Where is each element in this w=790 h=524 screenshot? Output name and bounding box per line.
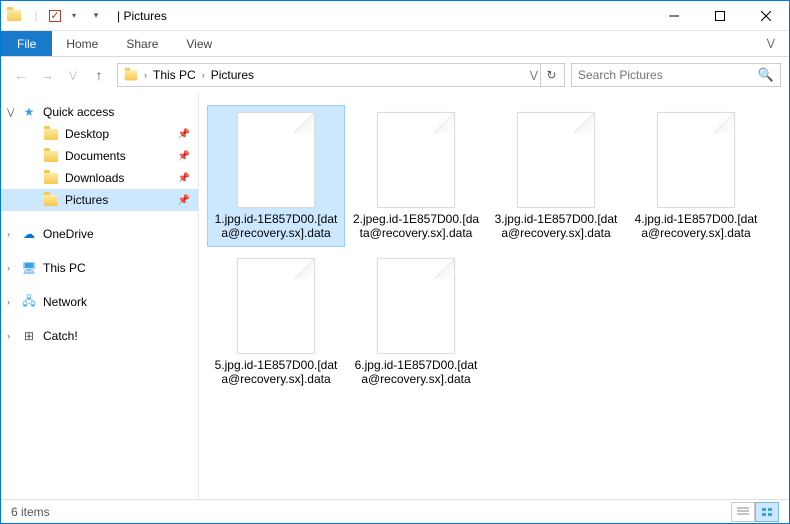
file-item[interactable]: 5.jpg.id-1E857D00.[data@recovery.sx].dat… xyxy=(207,251,345,393)
back-button[interactable]: ← xyxy=(9,63,33,87)
address-icon xyxy=(120,68,142,83)
sidebar-item-desktop[interactable]: Desktop 📌 xyxy=(1,123,198,145)
navbar: ← → ⋁ ↑ › This PC › Pictures ⋁ ↻ 🔍 xyxy=(1,57,789,93)
maximize-button[interactable] xyxy=(697,1,743,31)
folder-icon xyxy=(43,170,59,186)
ribbon-tabs: File Home Share View ⋁ xyxy=(1,31,789,57)
sidebar-item-label: Catch! xyxy=(43,329,78,343)
chevron-right-icon[interactable]: › xyxy=(7,331,10,341)
file-thumb-icon xyxy=(377,258,455,354)
refresh-button[interactable]: ↻ xyxy=(540,64,562,86)
tab-view[interactable]: View xyxy=(172,31,226,56)
search-box[interactable]: 🔍 xyxy=(571,63,781,87)
sidebar-item-label: Desktop xyxy=(65,127,109,141)
view-toggle xyxy=(731,502,779,522)
file-thumb-icon xyxy=(237,112,315,208)
address-bar[interactable]: › This PC › Pictures ⋁ ↻ xyxy=(117,63,565,87)
file-item[interactable]: 6.jpg.id-1E857D00.[data@recovery.sx].dat… xyxy=(347,251,485,393)
chevron-right-icon[interactable]: › xyxy=(200,70,207,80)
window-title: | Pictures xyxy=(117,9,167,23)
sidebar-item-label: Documents xyxy=(65,149,126,163)
file-name-label: 2.jpeg.id-1E857D00.[data@recovery.sx].da… xyxy=(352,212,480,240)
star-icon: ★ xyxy=(21,104,37,120)
separator-icon: | xyxy=(27,7,45,25)
chevron-down-icon[interactable]: ⋁ xyxy=(7,107,14,118)
icons-view-button[interactable] xyxy=(755,502,779,522)
pin-icon: 📌 xyxy=(178,129,190,140)
search-icon[interactable]: 🔍 xyxy=(758,67,774,83)
navigation-pane: ⋁ ★ Quick access Desktop📌Documents📌Downl… xyxy=(1,93,199,499)
breadcrumb-thispc[interactable]: This PC xyxy=(149,66,200,84)
catch-icon: ⊞ xyxy=(21,328,37,344)
file-item[interactable]: 1.jpg.id-1E857D00.[data@recovery.sx].dat… xyxy=(207,105,345,247)
network-icon: 🖧 xyxy=(21,294,37,310)
file-thumb-icon xyxy=(657,112,735,208)
file-name-label: 5.jpg.id-1E857D00.[data@recovery.sx].dat… xyxy=(212,358,340,386)
folder-icon xyxy=(5,7,23,25)
file-thumb-icon xyxy=(377,112,455,208)
file-name-label: 6.jpg.id-1E857D00.[data@recovery.sx].dat… xyxy=(352,358,480,386)
file-thumb-icon xyxy=(517,112,595,208)
properties-icon[interactable]: ✓ xyxy=(49,10,61,22)
chevron-right-icon[interactable]: › xyxy=(7,263,10,273)
address-dropdown-icon[interactable]: ⋁ xyxy=(528,70,540,81)
file-thumb-icon xyxy=(237,258,315,354)
status-item-count: 6 items xyxy=(11,505,50,519)
file-list[interactable]: 1.jpg.id-1E857D00.[data@recovery.sx].dat… xyxy=(199,93,789,499)
folder-icon xyxy=(43,126,59,142)
tab-share[interactable]: Share xyxy=(112,31,172,56)
breadcrumb-pictures[interactable]: Pictures xyxy=(207,66,258,84)
main-area: ⋁ ★ Quick access Desktop📌Documents📌Downl… xyxy=(1,93,789,499)
chevron-right-icon[interactable]: › xyxy=(7,297,10,307)
onedrive-icon: ☁ xyxy=(21,226,37,242)
qat-dropdown-icon[interactable]: ▾ xyxy=(65,7,83,25)
sidebar-item-label: Pictures xyxy=(65,193,108,207)
sidebar-item-label: Quick access xyxy=(43,105,114,119)
quick-access-group: ⋁ ★ Quick access Desktop📌Documents📌Downl… xyxy=(1,101,198,211)
sidebar-item-label: This PC xyxy=(43,261,86,275)
file-name-label: 4.jpg.id-1E857D00.[data@recovery.sx].dat… xyxy=(632,212,760,240)
sidebar-item-label: Downloads xyxy=(65,171,124,185)
quick-access-toolbar: | ✓ ▾ ▾ | Pictures xyxy=(1,7,171,25)
pin-icon: 📌 xyxy=(178,195,190,206)
ribbon-expand-icon[interactable]: ⋁ xyxy=(753,31,789,56)
forward-button[interactable]: → xyxy=(35,63,59,87)
file-item[interactable]: 4.jpg.id-1E857D00.[data@recovery.sx].dat… xyxy=(627,105,765,247)
chevron-right-icon[interactable]: › xyxy=(7,229,10,239)
pin-icon: 📌 xyxy=(178,173,190,184)
file-name-label: 1.jpg.id-1E857D00.[data@recovery.sx].dat… xyxy=(212,212,340,240)
file-item[interactable]: 2.jpeg.id-1E857D00.[data@recovery.sx].da… xyxy=(347,105,485,247)
sidebar-item-downloads[interactable]: Downloads 📌 xyxy=(1,167,198,189)
close-button[interactable] xyxy=(743,1,789,31)
qat-overflow-icon[interactable]: ▾ xyxy=(87,7,105,25)
chevron-right-icon[interactable]: › xyxy=(142,70,149,80)
tab-home[interactable]: Home xyxy=(52,31,112,56)
up-button[interactable]: ↑ xyxy=(87,63,111,87)
window-controls xyxy=(651,1,789,31)
sidebar-item-pictures[interactable]: Pictures 📌 xyxy=(1,189,198,211)
sidebar-item-onedrive[interactable]: › ☁ OneDrive xyxy=(1,223,198,245)
details-view-button[interactable] xyxy=(731,502,755,522)
search-input[interactable] xyxy=(578,68,758,82)
titlebar: | ✓ ▾ ▾ | Pictures xyxy=(1,1,789,31)
file-item[interactable]: 3.jpg.id-1E857D00.[data@recovery.sx].dat… xyxy=(487,105,625,247)
file-name-label: 3.jpg.id-1E857D00.[data@recovery.sx].dat… xyxy=(492,212,620,240)
pc-icon: 🖥 xyxy=(21,260,37,276)
sidebar-item-label: OneDrive xyxy=(43,227,94,241)
sidebar-item-documents[interactable]: Documents 📌 xyxy=(1,145,198,167)
recent-dropdown-icon[interactable]: ⋁ xyxy=(61,63,85,87)
status-bar: 6 items xyxy=(1,499,789,523)
sidebar-item-network[interactable]: › 🖧 Network xyxy=(1,291,198,313)
folder-icon xyxy=(43,192,59,208)
sidebar-item-catch[interactable]: › ⊞ Catch! xyxy=(1,325,198,347)
sidebar-item-quickaccess[interactable]: ⋁ ★ Quick access xyxy=(1,101,198,123)
minimize-button[interactable] xyxy=(651,1,697,31)
sidebar-item-label: Network xyxy=(43,295,87,309)
folder-icon xyxy=(43,148,59,164)
sidebar-item-thispc[interactable]: › 🖥 This PC xyxy=(1,257,198,279)
pin-icon: 📌 xyxy=(178,151,190,162)
file-tab[interactable]: File xyxy=(1,31,52,56)
